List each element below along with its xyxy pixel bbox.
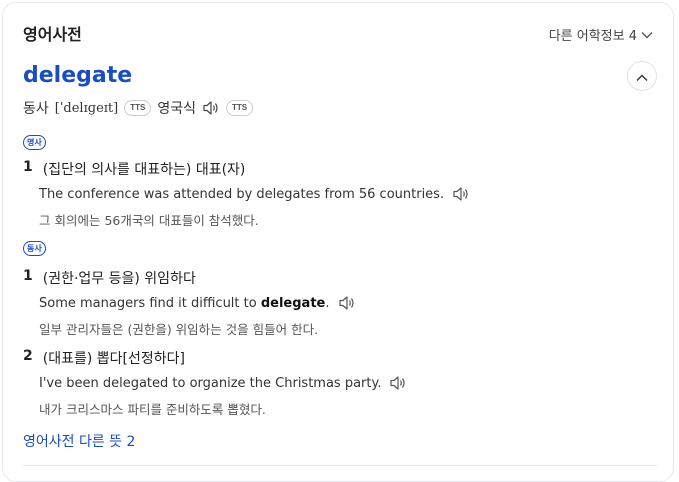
pos-label: 동사	[23, 101, 49, 117]
definition-row: 1 (권한·업무 등을) 위임하다	[23, 268, 196, 288]
definition-number: 2	[23, 348, 33, 364]
speaker-icon[interactable]	[452, 186, 470, 202]
chevron-down-icon	[641, 31, 653, 39]
example-translation: 내가 크리스마스 파티를 준비하도록 뽑혔다.	[39, 402, 266, 417]
dictionary-card: 영어사전 다른 어학정보 4 delegate 동사 [ˈdelɪɡeɪt] T…	[2, 2, 674, 482]
definition-text: (권한·업무 등을) 위임하다	[42, 271, 196, 287]
tts-button[interactable]: TTS	[124, 100, 152, 116]
pos-badge-noun: 명사	[23, 135, 46, 150]
example-text-part: .	[325, 295, 330, 311]
example-sentence: I've been delegated to organize the Chri…	[39, 375, 407, 391]
definition-row: 2 (대표를) 뽑다[선정하다]	[23, 348, 185, 368]
more-language-info-label: 다른 어학정보 4	[548, 29, 637, 44]
example-sentence: Some managers find it difficult to deleg…	[39, 295, 356, 311]
tts-button-2[interactable]: TTS	[225, 100, 254, 116]
definition-text: (집단의 의사를 대표하는) 대표(자)	[42, 162, 246, 178]
collapse-button[interactable]	[627, 61, 657, 91]
divider	[23, 465, 657, 466]
dictionary-title: 영어사전	[23, 25, 82, 44]
definition-number: 1	[23, 268, 33, 284]
pos-badge-verb: 동사	[23, 241, 46, 256]
definition-number: 1	[23, 159, 33, 175]
example-translation: 일부 관리자들은 (권한을) 위임하는 것을 힘들어 한다.	[39, 322, 319, 337]
example-translation: 그 회의에는 56개국의 대표들이 참석했다.	[39, 213, 259, 228]
phonetic-text: [ˈdelɪɡeɪt]	[54, 100, 119, 116]
pronunciation-row: 동사 [ˈdelɪɡeɪt] TTS 영국식 TTS	[23, 98, 254, 118]
more-meanings-link[interactable]: 영어사전 다른 뜻 2	[23, 431, 135, 451]
accent-label: 영국식	[157, 101, 196, 117]
definition-text: (대표를) 뽑다[선정하다]	[42, 351, 185, 367]
example-text: I've been delegated to organize the Chri…	[39, 375, 382, 391]
more-language-info-button[interactable]: 다른 어학정보 4	[549, 25, 653, 44]
chevron-up-icon	[636, 67, 648, 86]
speaker-icon[interactable]	[338, 295, 356, 311]
speaker-icon[interactable]	[389, 375, 407, 391]
definition-row: 1 (집단의 의사를 대표하는) 대표(자)	[23, 159, 245, 179]
headword[interactable]: delegate	[23, 63, 132, 88]
example-text: Some managers find it difficult to deleg…	[39, 296, 330, 311]
speaker-icon[interactable]	[202, 100, 220, 116]
example-text-part: Some managers find it difficult to	[39, 295, 261, 311]
example-highlight-word: delegate	[260, 295, 326, 311]
example-sentence: The conference was attended by delegates…	[39, 186, 470, 202]
example-text: The conference was attended by delegates…	[39, 186, 445, 202]
